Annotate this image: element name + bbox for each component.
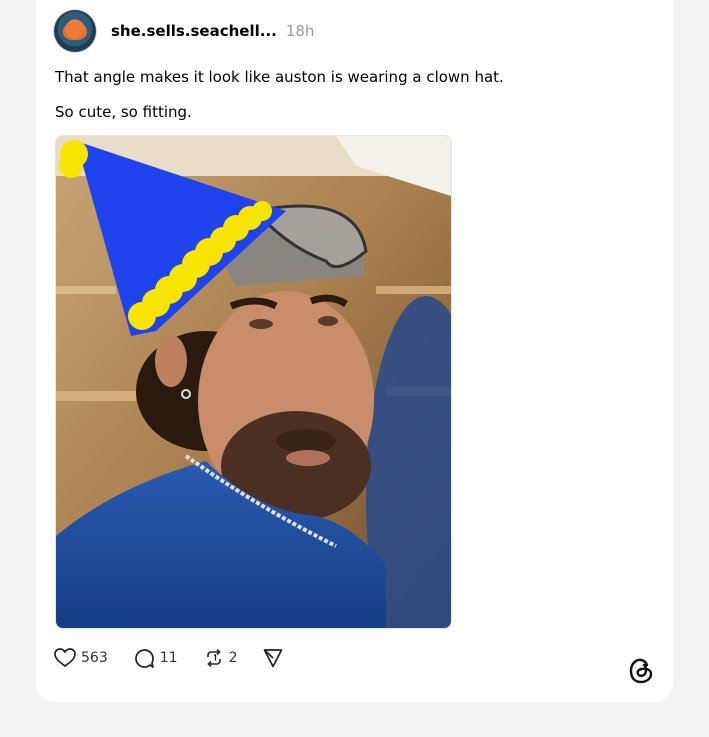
share-button[interactable] [263,648,283,668]
repost-icon [206,648,221,668]
reply-icon [134,648,154,668]
post-image[interactable] [55,135,452,629]
heart-icon [54,648,76,668]
repost-button[interactable]: 2 [204,648,238,668]
photo-illustration [56,136,451,628]
reply-button[interactable]: 11 [134,648,178,669]
reply-count: 11 [159,650,178,666]
post-card: she.sells.seachell... 18h That angle mak… [36,0,673,702]
username[interactable]: she.sells.seachell... [111,22,277,40]
like-button[interactable]: 563 [54,648,108,668]
post-timestamp[interactable]: 18h [286,22,315,40]
share-icon [264,649,283,668]
post-text-line: So cute, so fitting. [55,103,192,121]
avatar[interactable] [54,10,96,52]
post-text-line: That angle makes it look like auston is … [55,68,504,86]
repost-count: 2 [228,650,238,666]
post-header: she.sells.seachell... 18h [54,10,314,52]
like-count: 563 [81,650,108,666]
post-actions: 563 11 2 [54,643,309,673]
threads-logo-icon[interactable] [628,657,654,685]
